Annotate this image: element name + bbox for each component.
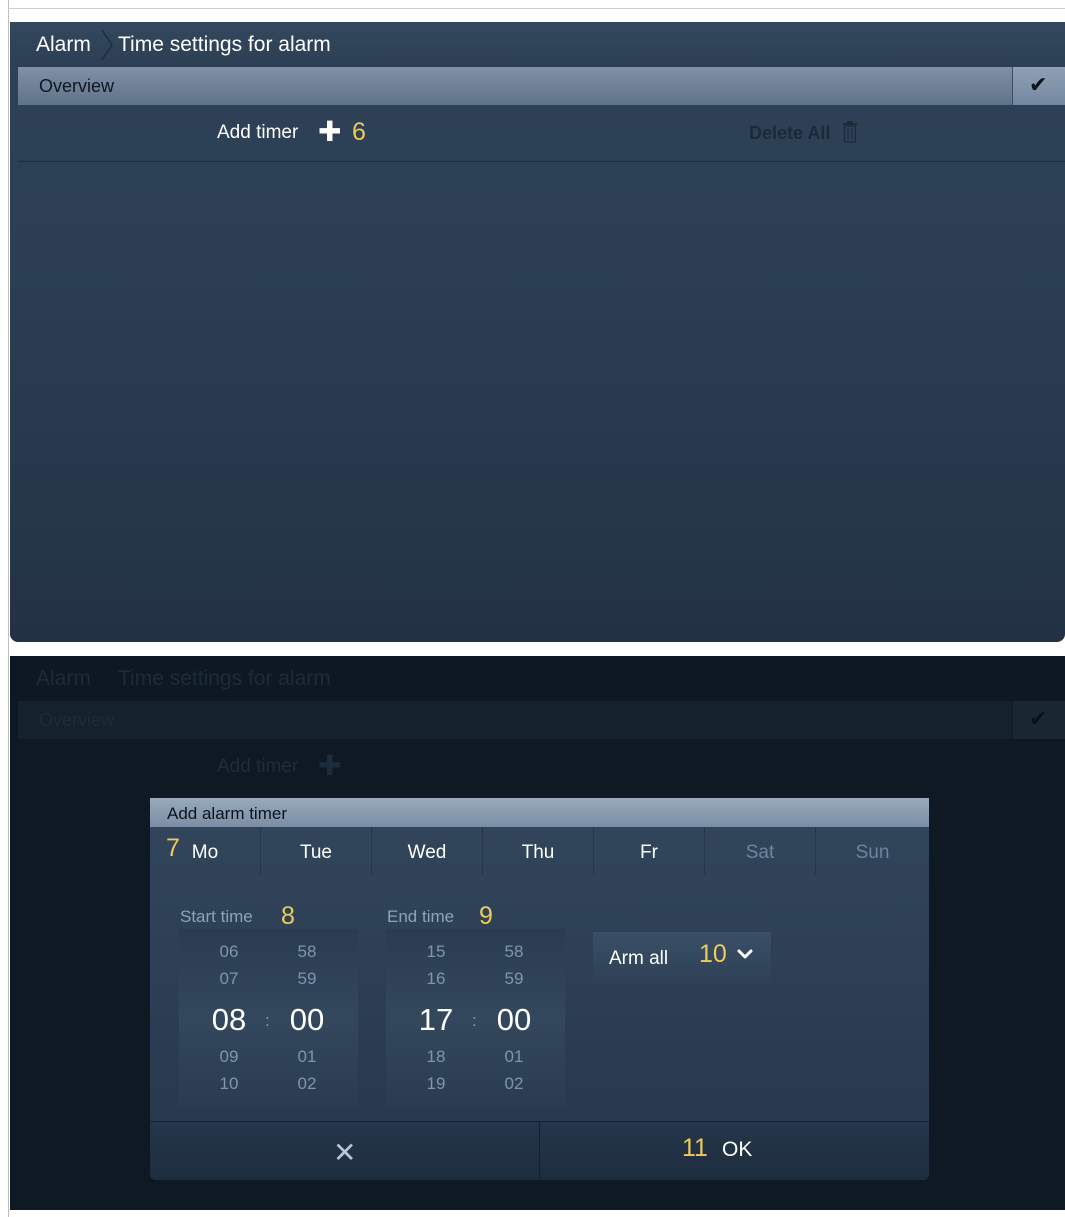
breadcrumb-dimmed: Alarm Time settings for alarm (10, 656, 1065, 701)
check-icon: ✔ (1029, 706, 1048, 731)
end-minute-option[interactable]: 01 (494, 1047, 534, 1067)
screen-overview: Alarm Time settings for alarm Overview ✔… (10, 22, 1065, 642)
end-hour-selected[interactable]: 17 (408, 1002, 464, 1038)
start-hour-option[interactable]: 10 (209, 1074, 249, 1094)
start-hour-option[interactable]: 09 (209, 1047, 249, 1067)
close-icon[interactable]: ✕ (333, 1136, 356, 1169)
frame-border-left (8, 0, 9, 1217)
confirm-button-dimmed: ✔ (1012, 701, 1065, 739)
end-hour-option[interactable]: 15 (416, 942, 456, 962)
start-hour-option[interactable]: 06 (209, 942, 249, 962)
day-label: Thu (521, 842, 555, 863)
dialog-footer: ✕ 11 OK (150, 1121, 929, 1180)
start-minute-option[interactable]: 01 (287, 1047, 327, 1067)
day-sat[interactable]: Sat (705, 827, 816, 875)
day-thu[interactable]: Thu (483, 827, 594, 875)
plus-icon[interactable]: ✚ (318, 118, 341, 146)
confirm-button[interactable]: ✔ (1012, 67, 1065, 105)
overview-label: Overview (39, 76, 115, 96)
callout-number: 7 (166, 834, 180, 862)
overview-bar-dimmed: Overview ✔ (18, 701, 1065, 739)
breadcrumb-root: Alarm (36, 667, 91, 690)
arm-mode-dropdown[interactable]: Arm all 10 (593, 932, 771, 982)
start-hour-option[interactable]: 07 (209, 969, 249, 989)
screen-add-timer-dialog: Alarm Time settings for alarm Overview ✔… (10, 656, 1065, 1210)
trash-icon[interactable] (842, 121, 858, 143)
end-time-label: End time (387, 907, 455, 926)
ok-button[interactable]: OK (722, 1138, 752, 1162)
callout-number: 9 (479, 902, 493, 930)
day-sun[interactable]: Sun (816, 827, 929, 875)
end-minute-selected[interactable]: 00 (486, 1002, 542, 1038)
start-minute-option[interactable]: 58 (287, 942, 327, 962)
day-wed[interactable]: Wed (372, 827, 483, 875)
breadcrumb-root[interactable]: Alarm (36, 33, 91, 57)
footer-divider (539, 1122, 540, 1180)
start-minute-option[interactable]: 59 (287, 969, 327, 989)
day-label: Wed (407, 842, 447, 863)
timer-actions-row: Add timer ✚ 6 Delete All (18, 105, 1065, 162)
start-time-picker[interactable]: 06 07 08 09 10 : 58 59 00 01 02 (179, 929, 358, 1107)
day-label: Sun (855, 842, 890, 863)
breadcrumb-current: Time settings for alarm (118, 667, 331, 690)
dialog-title: Add alarm timer (167, 804, 287, 823)
breadcrumb: Alarm Time settings for alarm (10, 22, 1065, 67)
start-hour-selected[interactable]: 08 (201, 1002, 257, 1038)
day-label: Sat (745, 842, 775, 863)
callout-number: 6 (352, 118, 366, 146)
chevron-down-icon (737, 949, 753, 959)
frame-border-top (8, 8, 1065, 9)
overview-label: Overview (39, 710, 115, 730)
callout-number: 8 (281, 902, 295, 930)
breadcrumb-current: Time settings for alarm (118, 33, 331, 56)
start-minute-option[interactable]: 02 (287, 1074, 327, 1094)
dialog-header: Add alarm timer (150, 798, 929, 827)
add-timer-label: Add timer (217, 756, 299, 777)
callout-number: 10 (699, 940, 727, 968)
day-label: Tue (299, 842, 333, 863)
time-separator: : (472, 1011, 477, 1030)
overview-bar: Overview ✔ (18, 67, 1065, 105)
callout-number: 11 (682, 1134, 708, 1162)
time-separator: : (265, 1011, 270, 1030)
delete-all-button[interactable]: Delete All (749, 123, 830, 144)
day-label: Mo (191, 842, 219, 863)
end-minute-option[interactable]: 59 (494, 969, 534, 989)
plus-icon: ✚ (318, 750, 342, 781)
start-time-label: Start time (180, 907, 253, 926)
arm-mode-selected: Arm all (609, 948, 669, 969)
end-hour-option[interactable]: 16 (416, 969, 456, 989)
add-alarm-timer-dialog: Add alarm timer Mo Tue Wed Thu Fr Sat Su… (150, 798, 929, 1180)
day-tue[interactable]: Tue (261, 827, 372, 875)
add-timer-label[interactable]: Add timer (217, 122, 298, 144)
end-minute-option[interactable]: 58 (494, 942, 534, 962)
start-minute-selected[interactable]: 00 (279, 1002, 335, 1038)
end-time-picker[interactable]: 15 16 17 18 19 : 58 59 00 01 02 (386, 929, 565, 1107)
day-label: Fr (640, 842, 658, 863)
breadcrumb-separator-icon (101, 29, 113, 61)
end-hour-option[interactable]: 18 (416, 1047, 456, 1067)
end-minute-option[interactable]: 02 (494, 1074, 534, 1094)
timer-actions-row-dimmed: Add timer ✚ (18, 739, 1065, 795)
weekday-selector: Mo Tue Wed Thu Fr Sat Sun 7 (150, 827, 929, 875)
day-fr[interactable]: Fr (594, 827, 705, 875)
end-hour-option[interactable]: 19 (416, 1074, 456, 1094)
check-icon: ✔ (1029, 72, 1048, 97)
